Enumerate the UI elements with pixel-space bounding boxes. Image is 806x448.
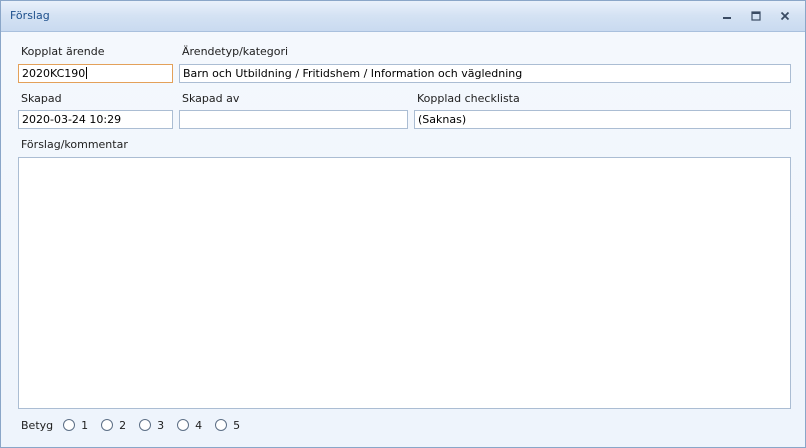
minimize-button[interactable]	[719, 8, 735, 24]
rating-option-5[interactable]: 5	[215, 419, 240, 432]
created-label: Skapad	[21, 92, 62, 105]
rating-group: Betyg 1 2 3 4 5	[21, 417, 240, 433]
created-by-field[interactable]	[179, 110, 408, 129]
radio-circle-icon[interactable]	[215, 419, 228, 431]
close-button[interactable]	[777, 8, 793, 24]
window-title: Förslag	[10, 9, 50, 22]
case-type-field[interactable]: Barn och Utbildning / Fritidshem / Infor…	[179, 64, 791, 83]
checklist-field[interactable]: (Saknas)	[414, 110, 791, 129]
linked-case-value: 2020KC190	[22, 67, 86, 80]
created-by-label: Skapad av	[182, 92, 240, 105]
comment-label: Förslag/kommentar	[21, 138, 128, 151]
radio-circle-icon[interactable]	[177, 419, 190, 431]
suggestion-window: Förslag Kopplat ärende 2020KC190 Ärendet…	[0, 0, 806, 448]
comment-textarea[interactable]	[18, 157, 791, 409]
checklist-value: (Saknas)	[418, 113, 467, 126]
maximize-button[interactable]	[748, 8, 764, 24]
rating-option-2[interactable]: 2	[101, 419, 126, 432]
radio-circle-icon[interactable]	[139, 419, 152, 431]
case-type-value: Barn och Utbildning / Fritidshem / Infor…	[183, 67, 523, 80]
rating-option-label: 5	[233, 418, 241, 432]
text-caret	[86, 67, 88, 79]
rating-option-4[interactable]: 4	[177, 419, 202, 432]
maximize-icon	[751, 11, 761, 21]
rating-label: Betyg	[21, 418, 54, 432]
radio-circle-icon[interactable]	[101, 419, 114, 431]
rating-option-1[interactable]: 1	[63, 419, 88, 432]
rating-option-label: 1	[81, 418, 89, 432]
rating-option-label: 2	[119, 418, 127, 432]
minimize-icon	[722, 11, 732, 21]
rating-option-3[interactable]: 3	[139, 419, 164, 432]
checklist-label: Kopplad checklista	[417, 92, 520, 105]
radio-circle-icon[interactable]	[63, 419, 76, 431]
linked-case-field[interactable]: 2020KC190	[18, 64, 173, 83]
created-value: 2020-03-24 10:29	[22, 113, 122, 126]
created-field[interactable]: 2020-03-24 10:29	[18, 110, 173, 129]
linked-case-label: Kopplat ärende	[21, 45, 105, 58]
title-bar[interactable]: Förslag	[1, 1, 805, 32]
case-type-label: Ärendetyp/kategori	[182, 45, 289, 58]
rating-option-label: 3	[157, 418, 165, 432]
close-icon	[780, 11, 790, 21]
rating-option-label: 4	[195, 418, 203, 432]
